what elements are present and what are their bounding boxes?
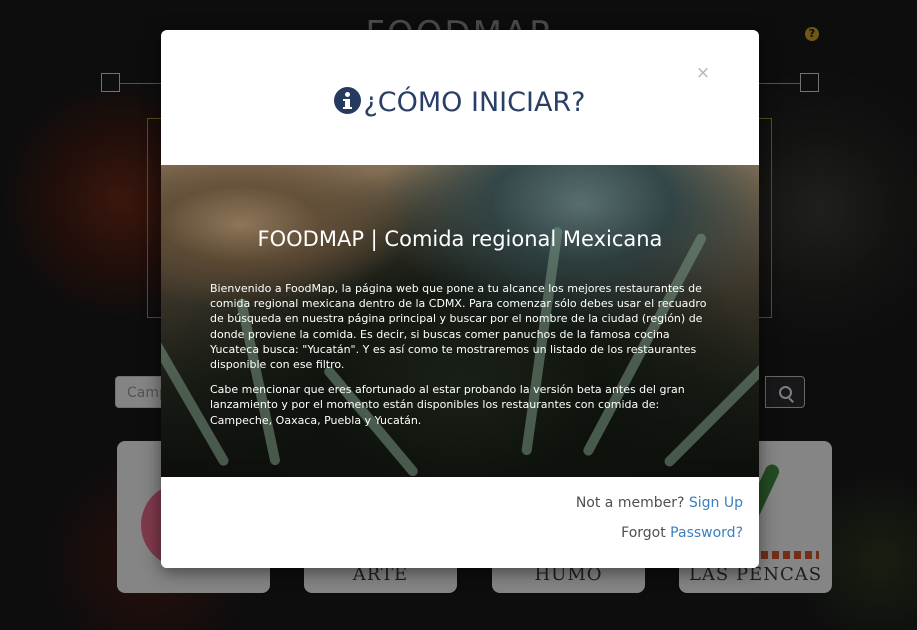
signup-link[interactable]: Sign Up [689,495,743,511]
close-icon[interactable]: × [695,63,711,83]
modal-footer: Not a member? Sign Up Forgot Password? [161,477,759,568]
hero-banner: FOODMAP | Comida regional Mexicana Bienv… [161,165,759,479]
hero-title: FOODMAP | Comida regional Mexicana [257,227,663,251]
modal-title-text: ¿CÓMO INICIAR? [363,87,586,118]
intro-paragraph: Cabe mencionar que eres afortunado al es… [210,383,685,427]
forgot-password-line: Forgot Password? [621,525,743,541]
signup-line: Not a member? Sign Up [575,495,743,511]
intro-text: Bienvenido a FoodMap, la página web que … [210,281,710,438]
intro-paragraph: Bienvenido a FoodMap, la página web que … [210,282,707,372]
password-link[interactable]: Password? [670,525,743,541]
how-to-start-modal: × ¿CÓMO INICIAR? FOODMAP | Comida region… [161,30,759,568]
modal-title: ¿CÓMO INICIAR? [161,86,759,120]
info-icon [334,87,362,114]
